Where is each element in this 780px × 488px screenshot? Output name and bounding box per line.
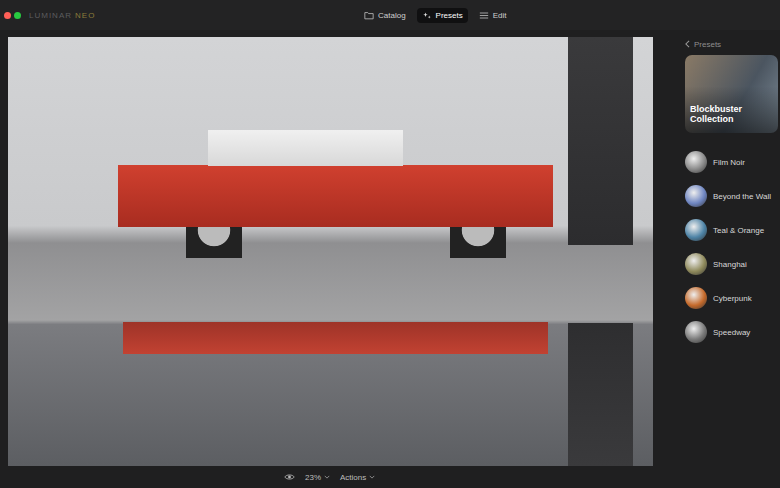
preset-label: Speedway [713,328,750,337]
preset-item[interactable]: Speedway [685,315,778,349]
traffic-lights [4,12,21,19]
presets-panel: Presets Blockbuster Collection Film Noir Be… [653,37,780,466]
folder-icon [364,11,374,20]
preset-label: Teal & Orange [713,226,764,235]
top-bar: LUMINARNEO Catalog Presets Edit [0,0,780,30]
tab-label: Presets [436,11,463,20]
app-window: LUMINARNEO Catalog Presets Edit Presets Block… [0,0,780,488]
preset-item[interactable]: Beyond the Wall [685,179,778,213]
logo: LUMINARNEO [29,11,95,20]
preset-thumbnail [685,185,707,207]
chevron-down-icon [324,475,330,479]
sliders-icon [479,11,489,20]
preset-list: Film Noir Beyond the Wall Teal & Orange Sha… [685,145,778,349]
actions-label: Actions [340,473,366,482]
preset-item[interactable]: Cyberpunk [685,281,778,315]
bottom-bar: 23% Actions [0,466,780,488]
preset-label: Cyberpunk [713,294,752,303]
eye-icon[interactable] [284,473,295,481]
preset-item[interactable]: Shanghai [685,247,778,281]
preset-item[interactable]: Teal & Orange [685,213,778,247]
preset-thumbnail [685,253,707,275]
photo-canvas[interactable] [8,37,653,466]
mode-tab[interactable]: Edit [474,8,512,23]
logo-brand: LUMINAR [29,11,72,20]
mode-tab[interactable]: Catalog [359,8,411,23]
actions-dropdown[interactable]: Actions [340,473,375,482]
preset-label: Film Noir [713,158,745,167]
back-label: Presets [694,40,721,49]
zoom-value: 23% [305,473,321,482]
collection-card[interactable]: Blockbuster Collection [685,55,778,133]
back-button[interactable]: Presets [685,37,778,51]
preset-label: Beyond the Wall [713,192,771,201]
tab-label: Catalog [378,11,406,20]
preset-label: Shanghai [713,260,747,269]
mode-tabs: Catalog Presets Edit [359,8,512,23]
mode-tab[interactable]: Presets [417,8,468,23]
collection-title: Blockbuster Collection [690,105,778,125]
sparkle-icon [422,11,432,20]
preset-thumbnail [685,287,707,309]
zoom-dropdown[interactable]: 23% [305,473,330,482]
window-control[interactable] [4,12,11,19]
window-control[interactable] [14,12,21,19]
chevron-left-icon [685,40,690,48]
preset-thumbnail [685,321,707,343]
chevron-down-icon [369,475,375,479]
logo-suffix: NEO [75,11,95,20]
preset-item[interactable]: Film Noir [685,145,778,179]
preset-thumbnail [685,219,707,241]
preset-thumbnail [685,151,707,173]
tab-label: Edit [493,11,507,20]
title-left: LUMINARNEO [4,11,304,20]
workspace: Presets Blockbuster Collection Film Noir Be… [0,30,780,466]
